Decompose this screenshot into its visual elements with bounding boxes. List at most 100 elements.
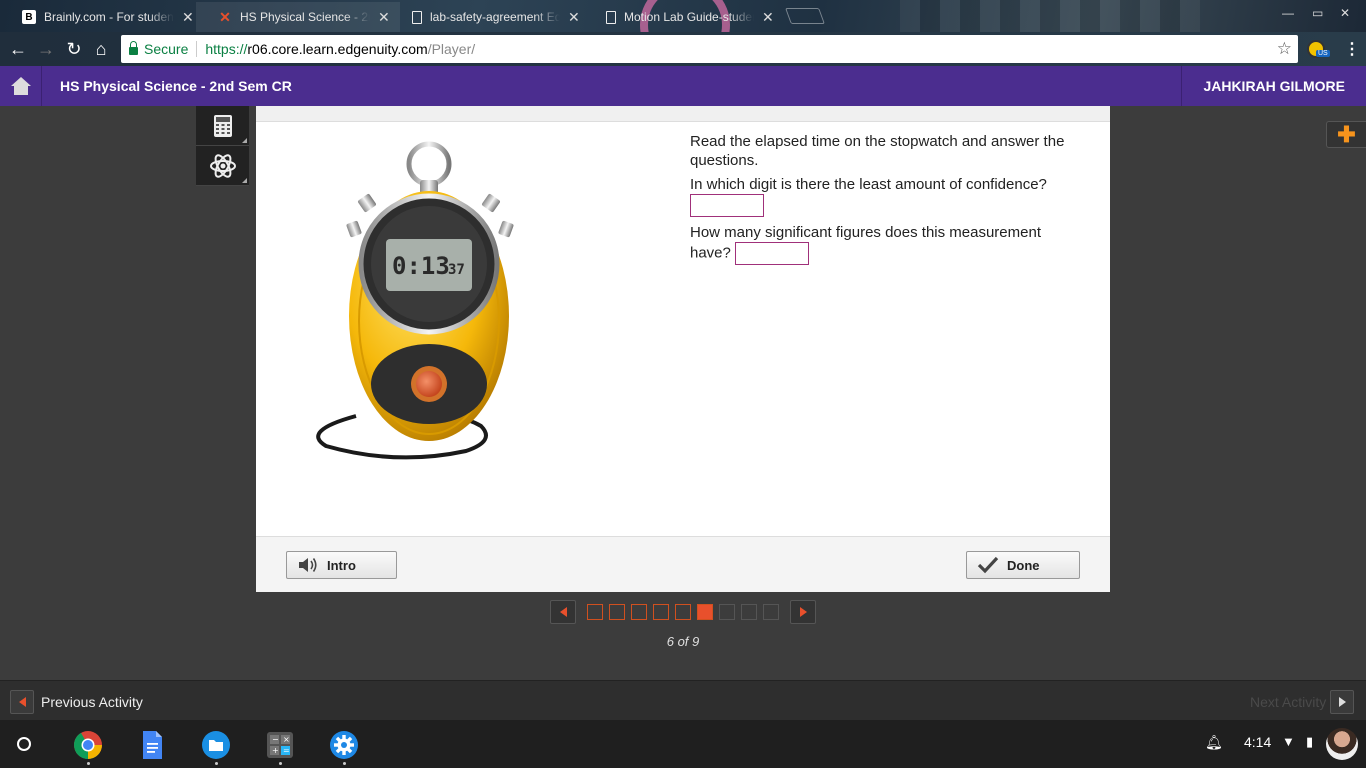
checkmark-icon (977, 556, 999, 574)
answer-input-2[interactable] (735, 242, 810, 265)
page-1[interactable] (587, 604, 603, 620)
close-icon[interactable]: ✕ (762, 9, 774, 26)
tab-lab-safety[interactable]: lab-safety-agreement Edgenuity ✕ (390, 2, 590, 32)
notification-bell-icon[interactable]: 🔔︎ (1205, 734, 1223, 751)
lock-icon (129, 41, 138, 55)
wallpaper-decoration (900, 0, 1200, 32)
svg-text:=: = (283, 746, 290, 755)
extension-badge: US (1316, 50, 1330, 57)
expand-plus-button[interactable]: ✚ (1326, 121, 1366, 148)
battery-icon[interactable]: ▮ (1306, 734, 1313, 750)
next-activity-link: Next Activity (1250, 694, 1327, 710)
page-5[interactable] (675, 604, 691, 620)
launcher-icon[interactable] (17, 737, 31, 751)
files-icon[interactable] (201, 730, 231, 760)
page-6-current[interactable] (697, 604, 713, 620)
chrome-icon[interactable] (73, 730, 103, 760)
previous-activity-button[interactable] (10, 690, 34, 714)
security-label: Secure (144, 41, 189, 57)
running-indicator (87, 762, 90, 765)
tab-hs-physical-science[interactable]: ✕ HS Physical Science - 2nd Sem CR ✕ (196, 2, 400, 32)
running-indicator (215, 762, 218, 765)
svg-text:×: × (283, 735, 290, 744)
forward-arrow-icon[interactable]: → (35, 38, 57, 60)
running-indicator (279, 762, 282, 765)
done-label: Done (1007, 557, 1040, 573)
calculator-app-icon[interactable]: − × + = (265, 730, 295, 760)
svg-text:−: − (272, 735, 279, 744)
url-host: r06.core.learn.edgenuity.com (247, 41, 428, 57)
document-icon (412, 10, 422, 24)
bookmark-star-icon[interactable]: ☆ (1277, 39, 1292, 59)
next-page-button[interactable] (790, 600, 816, 624)
chevron-left-icon (559, 607, 567, 617)
browser-toolbar: ← → ↻ ⌂ Secure https:// r06.core.learn.e… (0, 32, 1366, 66)
page-9[interactable] (763, 604, 779, 620)
address-bar[interactable]: Secure https:// r06.core.learn.edgenuity… (121, 35, 1298, 63)
page-7[interactable] (719, 604, 735, 620)
new-tab-button[interactable] (785, 8, 825, 24)
page-8[interactable] (741, 604, 757, 620)
previous-page-button[interactable] (550, 600, 576, 624)
page-4[interactable] (653, 604, 669, 620)
intro-button[interactable]: Intro (286, 551, 397, 579)
svg-text:+: + (272, 746, 279, 755)
stopwatch-time: 0:13 (392, 252, 450, 280)
page-counter: 6 of 9 (666, 634, 700, 649)
page-2[interactable] (609, 604, 625, 620)
tab-motion-lab[interactable]: Motion Lab Guide-student ✕ (584, 2, 784, 32)
brainly-icon: B (22, 10, 36, 24)
user-avatar[interactable] (1326, 728, 1358, 760)
stopwatch-image: 0:13 37 (316, 141, 514, 460)
previous-activity-link[interactable]: Previous Activity (41, 694, 143, 710)
close-icon[interactable]: ✕ (378, 9, 390, 26)
stopwatch-hundredths: 37 (448, 262, 465, 278)
edgenuity-icon: ✕ (219, 8, 231, 25)
document-icon (606, 10, 616, 24)
url-scheme: https:// (205, 41, 248, 57)
tab-brainly[interactable]: B Brainly.com - For students ✕ (0, 2, 204, 32)
page-3[interactable] (631, 604, 647, 620)
settings-gear-icon[interactable] (329, 730, 359, 760)
question-area: Read the elapsed time on the stopwatch a… (690, 132, 1080, 270)
chevron-right-icon (1338, 697, 1346, 707)
maximize-icon[interactable]: ▭ (1312, 6, 1323, 20)
activity-footer: Intro Done (256, 536, 1110, 592)
answer-input-1[interactable] (690, 194, 764, 217)
os-shelf: − × + = 🔔︎ 4:14 ▼ ▮ (0, 720, 1366, 768)
science-tool-button[interactable] (196, 146, 249, 186)
tab-title: HS Physical Science - 2nd Sem CR (240, 10, 370, 24)
tab-title: lab-safety-agreement Edgenuity (430, 10, 560, 24)
activity-navigation-bar: Previous Activity Next Activity (0, 680, 1366, 720)
divider (196, 41, 198, 57)
done-button[interactable]: Done (966, 551, 1080, 579)
clock[interactable]: 4:14 (1244, 734, 1271, 750)
next-activity-button[interactable] (1330, 690, 1354, 714)
browser-menu-icon[interactable]: ⋮ (1344, 39, 1360, 59)
url-path: /Player/ (427, 41, 476, 57)
course-title: HS Physical Science - 2nd Sem CR (60, 78, 292, 94)
reload-icon[interactable]: ↻ (63, 38, 85, 60)
house-icon (10, 77, 31, 95)
window-close-icon[interactable]: ✕ (1340, 6, 1350, 20)
atom-icon (209, 153, 236, 178)
docs-icon[interactable] (137, 730, 167, 760)
back-arrow-icon[interactable]: ← (7, 38, 29, 60)
close-icon[interactable]: ✕ (182, 9, 194, 26)
user-name[interactable]: JAHKIRAH GILMORE (1181, 66, 1366, 106)
calculator-icon (213, 114, 232, 137)
tools-panel (196, 106, 249, 186)
minimize-icon[interactable]: — (1282, 6, 1294, 20)
speaker-icon (299, 558, 317, 572)
course-home-button[interactable] (0, 66, 42, 106)
running-indicator (343, 762, 346, 765)
panel-top-bar (256, 106, 1110, 122)
close-icon[interactable]: ✕ (568, 9, 580, 26)
chevron-right-icon (799, 607, 807, 617)
home-icon[interactable]: ⌂ (90, 38, 112, 60)
wifi-icon[interactable]: ▼ (1282, 734, 1295, 749)
calculator-tool-button[interactable] (196, 106, 249, 146)
activity-content-panel: 0:13 37 Read the elapsed time on the sto… (256, 106, 1110, 592)
tab-title: Brainly.com - For students (44, 10, 174, 24)
question-instruction: Read the elapsed time on the stopwatch a… (690, 133, 1065, 169)
